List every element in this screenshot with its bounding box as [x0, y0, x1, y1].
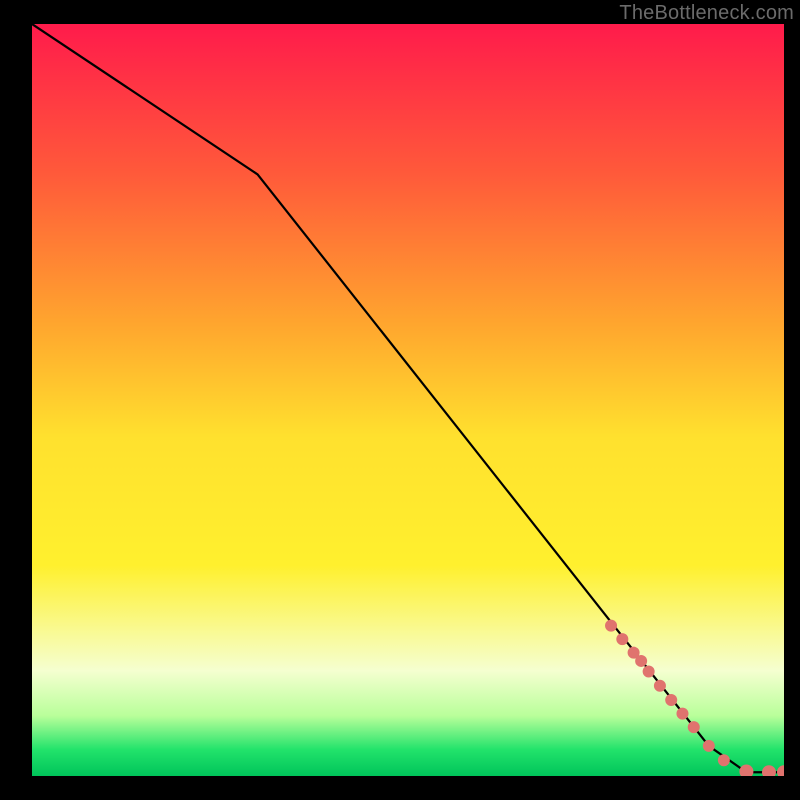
- data-point: [635, 655, 647, 667]
- data-point: [643, 665, 655, 677]
- data-point: [718, 754, 730, 766]
- data-point: [605, 620, 617, 632]
- data-point: [676, 708, 688, 720]
- chart-plot: [32, 24, 784, 776]
- watermark-text: TheBottleneck.com: [619, 2, 794, 25]
- data-point: [665, 694, 677, 706]
- chart-svg: [32, 24, 784, 776]
- data-point: [616, 633, 628, 645]
- data-point: [654, 680, 666, 692]
- data-point: [703, 740, 715, 752]
- gradient-background: [32, 24, 784, 776]
- data-point: [688, 721, 700, 733]
- chart-frame: TheBottleneck.com: [0, 0, 800, 800]
